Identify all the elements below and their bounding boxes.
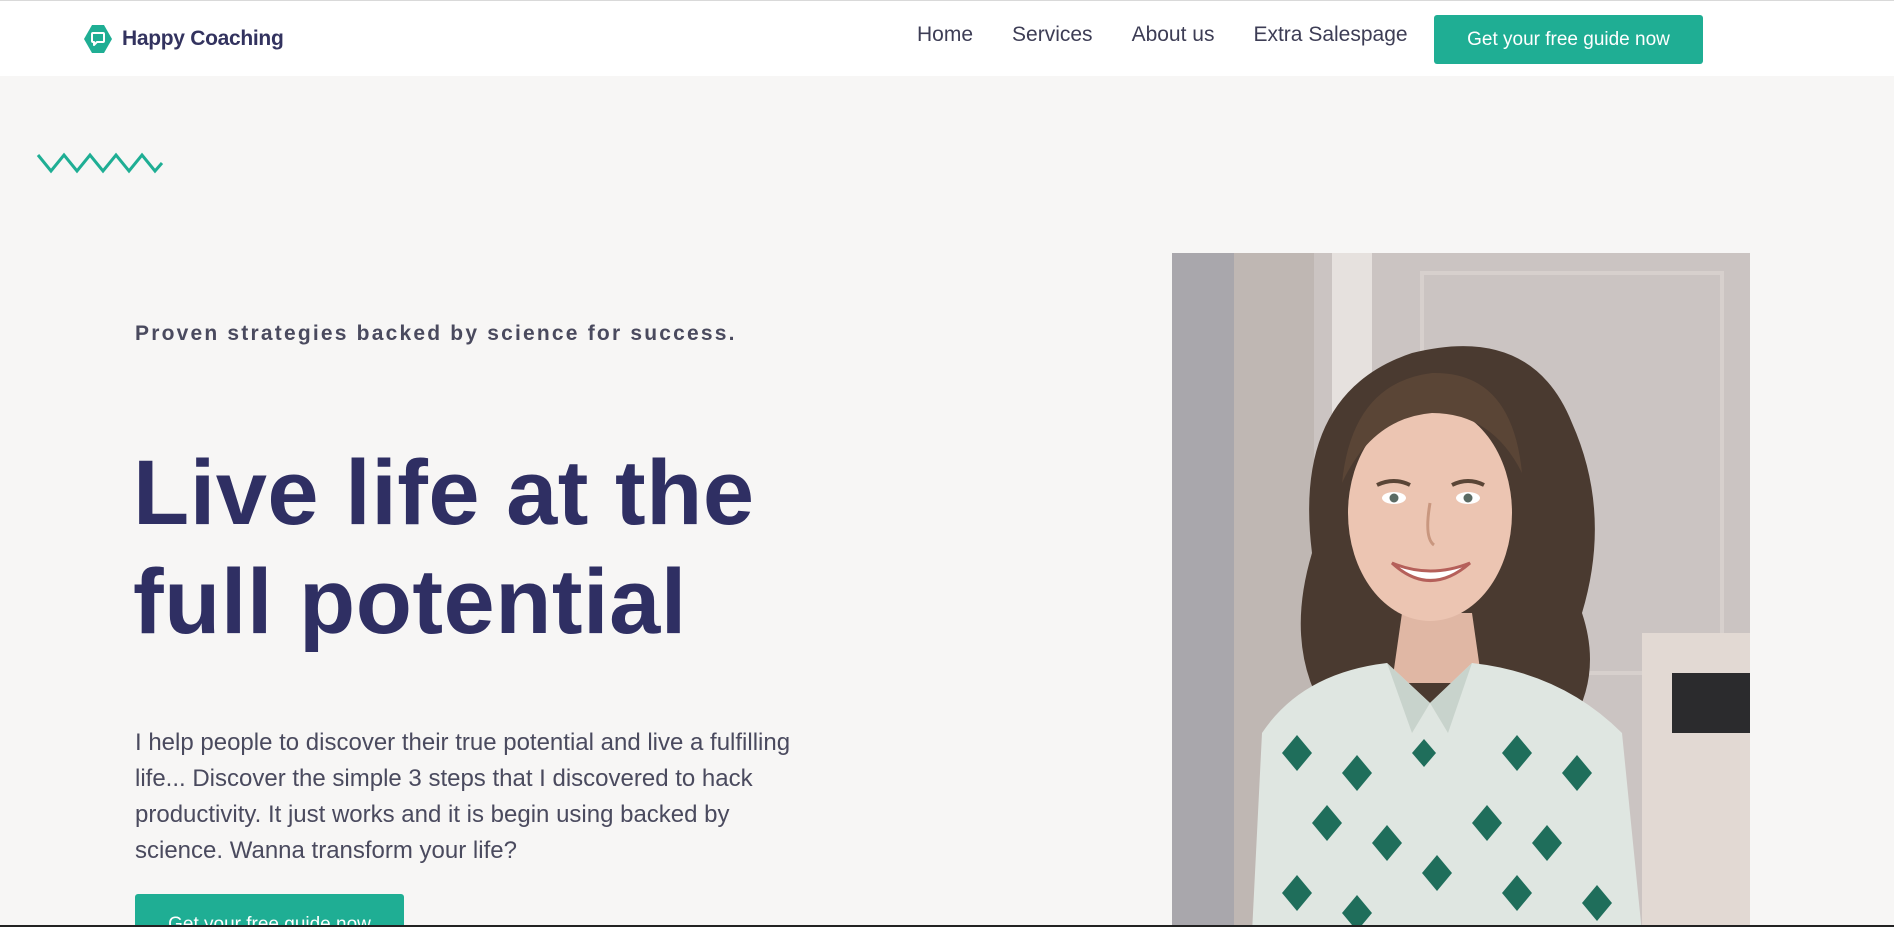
hero-headline: Live life at the full potential	[133, 442, 755, 653]
brand-logo[interactable]: Happy Coaching	[82, 23, 284, 55]
site-header: Happy Coaching Home Services About us Ex…	[0, 1, 1894, 76]
nav-item-services[interactable]: Services	[1012, 22, 1093, 48]
brand-name: Happy Coaching	[122, 27, 284, 50]
nav-item-about-us[interactable]: About us	[1132, 22, 1215, 48]
main-nav: Home Services About us Extra Salespage	[917, 22, 1447, 48]
hero-free-guide-button[interactable]: Get your free guide now	[135, 894, 404, 925]
zigzag-icon	[36, 152, 164, 174]
chat-bubble-hexagon-icon	[82, 23, 114, 55]
page: Happy Coaching Home Services About us Ex…	[0, 0, 1894, 927]
header-free-guide-button[interactable]: Get your free guide now	[1434, 15, 1703, 64]
hero-tagline: Proven strategies backed by science for …	[135, 322, 737, 345]
hero-portrait-image	[1172, 253, 1750, 925]
hero-intro-text: I help people to discover their true pot…	[135, 729, 791, 864]
nav-item-extra-salespage[interactable]: Extra Salespage	[1253, 22, 1407, 48]
nav-item-home[interactable]: Home	[917, 22, 973, 48]
